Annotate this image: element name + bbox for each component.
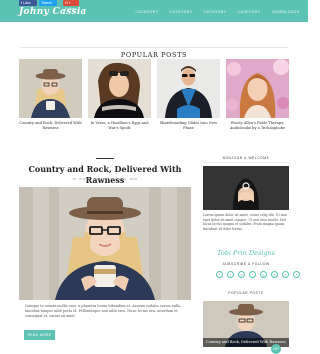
facebook-icon[interactable]: f xyxy=(216,271,223,278)
site-logo[interactable]: Johny Cassia xyxy=(19,6,87,18)
popular-post-thumbnail[interactable] xyxy=(88,59,151,118)
popular-post-thumbnail[interactable] xyxy=(226,59,289,118)
about-image xyxy=(203,166,289,210)
popular-post-card[interactable]: In Verse, a Hoodlum's Eggs and War's Spo… xyxy=(88,59,151,131)
popular-posts-grid: Country and Rock, Delivered With Rawness… xyxy=(19,59,289,131)
popular-post-card[interactable]: Country and Rock, Delivered With Rawness xyxy=(19,59,82,131)
site-header: f Like Tweet G+ Follow Johny Cassia CATE… xyxy=(0,0,308,22)
pinterest-icon[interactable]: p xyxy=(238,271,245,278)
nav-item-downloads[interactable]: DOWNLOADS xyxy=(266,10,306,15)
popular-posts-title: POPULAR POSTS xyxy=(114,51,194,59)
about-text: Lorem ipsum dolor sit amet, conse sclig … xyxy=(203,213,287,232)
post-meta: BY JOHNNY CASSIA · UNCATEG · MAR xyxy=(72,177,138,181)
bloglovin-icon[interactable]: b xyxy=(271,271,278,278)
sidebar-divider xyxy=(203,162,289,163)
popular-post-thumbnail[interactable] xyxy=(19,59,82,118)
sidebar-popular-heading: POPULAR POSTS xyxy=(228,291,264,295)
signature: Tobi Prin Designs xyxy=(216,249,276,257)
popular-post-title[interactable]: Skateboarding Glides Into New Phase xyxy=(157,121,220,131)
popular-post-title[interactable]: In Verse, a Hoodlum's Eggs and War's Spo… xyxy=(88,121,151,131)
nav-item-category-4[interactable]: CATEGORY xyxy=(232,10,266,15)
social-icons: f t p i g b o r xyxy=(216,271,300,278)
twitter-icon[interactable]: t xyxy=(227,271,234,278)
heading-rule xyxy=(20,47,288,48)
scroll-to-top-button[interactable]: UP xyxy=(271,344,281,354)
post-title[interactable]: Country and Rock, Delivered With Rawness xyxy=(19,164,191,186)
popular-post-card[interactable]: Skateboarding Glides Into New Phase xyxy=(157,59,220,131)
post-featured-image[interactable] xyxy=(19,187,191,300)
youtube-icon[interactable]: o xyxy=(282,271,289,278)
post-divider xyxy=(96,158,114,159)
post-excerpt: Quisque to ornare mollis eros, a pharetr… xyxy=(25,304,182,318)
instagram-icon[interactable]: i xyxy=(249,271,256,278)
google-plus-icon[interactable]: g xyxy=(260,271,267,278)
popular-post-title[interactable]: Woody Allen's Fable Therapy: Audiobooks … xyxy=(226,121,289,131)
main-nav: CATEGORY CATEGORY CATEGORY CATEGORY DOWN… xyxy=(130,10,306,15)
nav-item-category-1[interactable]: CATEGORY xyxy=(130,10,164,15)
popular-post-card[interactable]: Woody Allen's Fable Therapy: Audiobooks … xyxy=(226,59,289,131)
subscribe-heading: SUBSCRIBE & FOLLOW xyxy=(222,262,270,266)
read-more-button[interactable]: READ MORE xyxy=(24,330,55,340)
popular-post-title[interactable]: Country and Rock, Delivered With Rawness xyxy=(19,121,82,131)
nav-item-category-3[interactable]: CATEGORY xyxy=(198,10,232,15)
about-heading: BONJOUR & WELCOME xyxy=(222,156,270,160)
sidebar-popular-post[interactable]: Country and Rock, Delivered With Rawness xyxy=(203,301,289,347)
nav-item-category-2[interactable]: CATEGORY xyxy=(164,10,198,15)
popular-post-thumbnail[interactable] xyxy=(157,59,220,118)
rss-icon[interactable]: r xyxy=(293,271,300,278)
